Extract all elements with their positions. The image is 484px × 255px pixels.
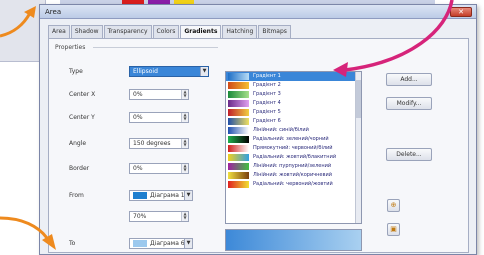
gradient-item-label: Радіальний: зелений/чорний: [253, 136, 329, 142]
border-value: 0%: [133, 165, 143, 172]
gradient-item-label: Градієнт 4: [253, 100, 281, 106]
gradient-item-label: Градієнт 1: [253, 73, 281, 79]
gradient-swatch: [228, 181, 249, 188]
gradient-list-item[interactable]: Градієнт 4: [226, 99, 361, 108]
center-y-value: 0%: [133, 114, 143, 121]
spin-arrows-icon[interactable]: ▲ ▼: [181, 90, 188, 99]
type-select[interactable]: Ellipsoid ▼: [129, 66, 209, 77]
gradient-swatch: [228, 118, 249, 125]
tab-transparency[interactable]: Transparency: [103, 25, 152, 38]
gradient-item-label: Градієнт 2: [253, 82, 281, 88]
chevron-down-icon[interactable]: ▼: [184, 239, 192, 248]
area-dialog: Area ✕ Area Shadow Transparency Colors G…: [39, 4, 477, 255]
dialog-title: Area: [45, 8, 62, 16]
gradient-swatch: [228, 100, 249, 107]
type-value: Ellipsoid: [133, 68, 158, 75]
gradient-list-item[interactable]: Лінійний: синій/білий: [226, 126, 361, 135]
gradient-list-item[interactable]: Градієнт 3: [226, 90, 361, 99]
tab-bitmaps[interactable]: Bitmaps: [258, 25, 291, 38]
angle-spinbox[interactable]: 150 degrees ▲ ▼: [129, 138, 189, 149]
gradient-swatch: [228, 73, 249, 80]
gradient-list-item[interactable]: Лінійний: пурпурний/зелений: [226, 162, 361, 171]
gradient-item-label: Лінійний: пурпурний/зелений: [253, 163, 332, 169]
from-color-select[interactable]: Діаграма 1 ▼: [129, 190, 193, 201]
spin-arrows-icon[interactable]: ▲ ▼: [181, 139, 188, 148]
gradient-list-item[interactable]: Градієнт 6: [226, 117, 361, 126]
gradient-swatch: [228, 136, 249, 143]
save-gradients-icon[interactable]: ▣: [387, 223, 400, 236]
modify-button[interactable]: Modify...: [386, 97, 432, 110]
gradient-preview: [225, 229, 362, 251]
group-divider: [93, 47, 218, 48]
gradient-item-label: Радіальний: червоний/жовтий: [253, 181, 333, 187]
gradient-swatch: [228, 82, 249, 89]
type-label: Type: [69, 68, 83, 75]
gradient-list-item[interactable]: Прямокутний: червоний/білий: [226, 144, 361, 153]
gradient-item-label: Прямокутний: червоний/білий: [253, 145, 333, 151]
tab-bar: Area Shadow Transparency Colors Gradient…: [48, 25, 292, 39]
gradient-swatch: [228, 109, 249, 116]
gradient-swatch: [228, 154, 249, 161]
to-color-chip: [133, 240, 147, 247]
tab-gradients[interactable]: Gradients: [180, 25, 222, 39]
spin-arrows-icon[interactable]: ▲ ▼: [181, 113, 188, 122]
gradient-item-label: Градієнт 3: [253, 91, 281, 97]
center-y-label: Center Y: [69, 114, 95, 121]
gradient-swatch: [228, 163, 249, 170]
center-x-value: 0%: [133, 91, 143, 98]
gradient-swatch: [228, 127, 249, 134]
gradient-item-label: Лінійний: жовтий/коричневий: [253, 172, 332, 178]
gradient-list-item[interactable]: Лінійний: жовтий/коричневий: [226, 171, 361, 180]
center-x-label: Center X: [69, 91, 96, 98]
gradient-list[interactable]: Градієнт 1 Градієнт 2 Градієнт 3 Градієнт 4…: [225, 71, 362, 224]
tab-colors[interactable]: Colors: [152, 25, 180, 38]
close-button[interactable]: ✕: [450, 7, 472, 17]
from-color-name: Діаграма 1: [150, 192, 185, 199]
tab-shadow[interactable]: Shadow: [70, 25, 103, 38]
chevron-down-icon[interactable]: ▼: [184, 191, 192, 200]
gradient-item-label: Радіальний: жовтий/блакитний: [253, 154, 337, 160]
spin-arrows-icon[interactable]: ▲ ▼: [181, 164, 188, 173]
gradient-swatch: [228, 145, 249, 152]
tab-area[interactable]: Area: [48, 25, 70, 38]
add-button[interactable]: Add...: [386, 73, 432, 86]
from-color-chip: [133, 192, 147, 199]
gradient-list-item[interactable]: Радіальний: зелений/чорний: [226, 135, 361, 144]
gradient-item-label: Градієнт 6: [253, 118, 281, 124]
gradient-swatch: [228, 172, 249, 179]
to-color-select[interactable]: Діаграма 6 ▼: [129, 238, 193, 249]
load-gradients-icon[interactable]: ⊕: [387, 199, 400, 212]
gradient-list-item[interactable]: Радіальний: червоний/жовтий: [226, 180, 361, 189]
dialog-titlebar: Area ✕: [40, 5, 476, 19]
scrollbar-thumb[interactable]: [356, 80, 361, 118]
gradient-list-item[interactable]: Градієнт 1: [226, 72, 361, 81]
gradient-list-item[interactable]: Радіальний: жовтий/блакитний: [226, 153, 361, 162]
from-intensity-value: 70%: [133, 213, 147, 220]
gradient-items: Градієнт 1 Градієнт 2 Градієнт 3 Градієнт 4…: [226, 72, 361, 189]
gradient-item-label: Лінійний: синій/білий: [253, 127, 309, 133]
from-label: From: [69, 192, 84, 199]
to-color-name: Діаграма 6: [150, 240, 185, 247]
to-label: To: [69, 240, 76, 247]
gradient-list-item[interactable]: Градієнт 5: [226, 108, 361, 117]
border-label: Border: [69, 165, 90, 172]
angle-value: 150 degrees: [133, 140, 171, 147]
gradient-item-label: Градієнт 5: [253, 109, 281, 115]
gradient-swatch: [228, 91, 249, 98]
chevron-down-icon[interactable]: ▼: [200, 67, 208, 76]
angle-label: Angle: [69, 140, 87, 147]
list-scrollbar[interactable]: [355, 72, 361, 223]
tab-hatching[interactable]: Hatching: [222, 25, 258, 38]
center-x-spinbox[interactable]: 0% ▲ ▼: [129, 89, 189, 100]
gradient-list-item[interactable]: Градієнт 2: [226, 81, 361, 90]
border-spinbox[interactable]: 0% ▲ ▼: [129, 163, 189, 174]
delete-button[interactable]: Delete...: [386, 148, 432, 161]
center-y-spinbox[interactable]: 0% ▲ ▼: [129, 112, 189, 123]
gradients-panel: Properties Type Ellipsoid ▼ Center X 0% …: [48, 38, 469, 253]
spin-arrows-icon[interactable]: ▲ ▼: [181, 212, 188, 221]
from-intensity-spinbox[interactable]: 70% ▲ ▼: [129, 211, 189, 222]
properties-group-label: Properties: [55, 44, 86, 51]
